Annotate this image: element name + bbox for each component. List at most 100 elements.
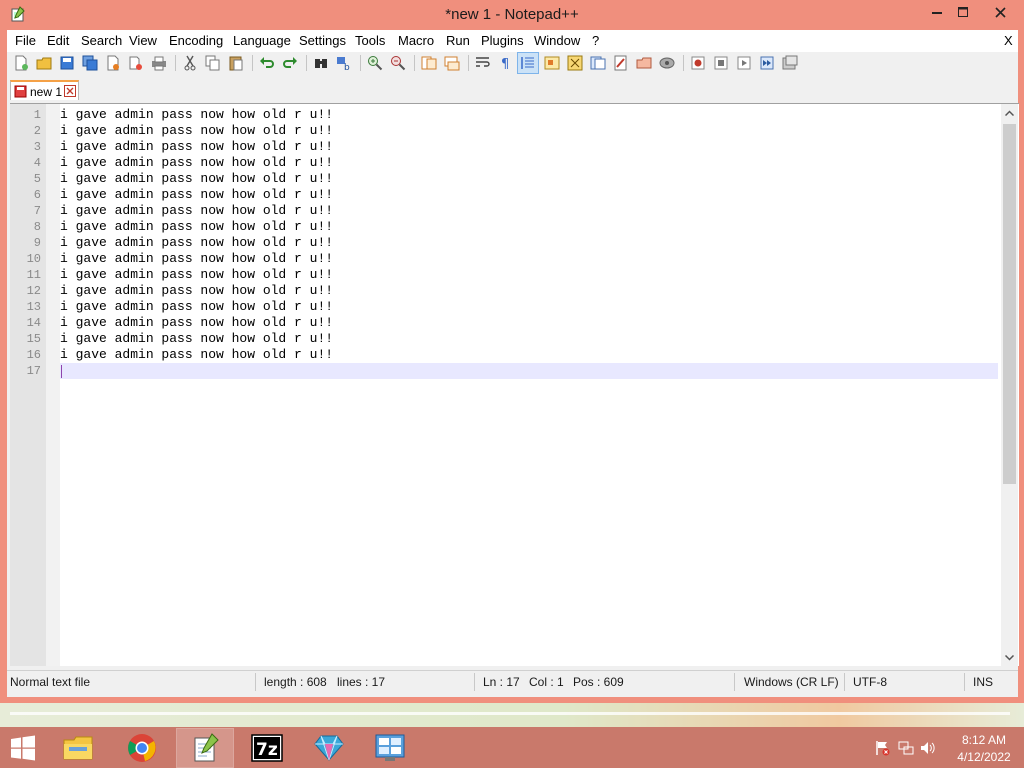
editor-line[interactable]: 6 i gave admin pass now how old r u!! — [34, 187, 998, 203]
save-icon[interactable] — [58, 54, 76, 72]
taskbar-chrome-icon[interactable] — [114, 729, 170, 767]
menu-language[interactable]: Language — [233, 33, 291, 48]
vertical-scrollbar[interactable] — [1001, 104, 1018, 666]
sync-horizontal-scroll-icon[interactable] — [443, 54, 461, 72]
editor-line[interactable]: 10 i gave admin pass now how old r u!! — [27, 251, 998, 267]
clock-time[interactable]: 8:12 AM — [958, 733, 1010, 747]
save-all-icon[interactable] — [81, 54, 99, 72]
scroll-up-arrow-icon[interactable] — [1001, 104, 1018, 121]
menu-edit[interactable]: Edit — [47, 33, 69, 48]
editor-line[interactable]: 1 i gave admin pass now how old r u!! — [34, 107, 998, 123]
editor-line[interactable]: 2 i gave admin pass now how old r u!! — [34, 123, 998, 139]
scroll-down-arrow-icon[interactable] — [1001, 649, 1018, 666]
line-text[interactable]: i gave admin pass now how old r u!! — [60, 171, 333, 187]
function-list-icon[interactable] — [589, 54, 607, 72]
menu-tools[interactable]: Tools — [355, 33, 385, 48]
network-icon[interactable] — [898, 740, 914, 756]
menu-macro[interactable]: Macro — [398, 33, 434, 48]
line-text[interactable]: i gave admin pass now how old r u!! — [60, 283, 333, 299]
replace-icon[interactable]: b — [335, 54, 353, 72]
run-macro-multiple-icon[interactable] — [758, 54, 776, 72]
line-text[interactable]: i gave admin pass now how old r u!! — [60, 315, 333, 331]
line-text[interactable]: i gave admin pass now how old r u!! — [60, 299, 333, 315]
open-file-icon[interactable] — [35, 54, 53, 72]
clock-date[interactable]: 4/12/2022 — [954, 750, 1014, 764]
editor[interactable]: 1 i gave admin pass now how old r u!! 2 i g… — [10, 103, 1019, 666]
user-defined-language-icon[interactable] — [543, 54, 561, 72]
stop-recording-icon[interactable] — [712, 54, 730, 72]
maximize-button[interactable] — [946, 0, 980, 24]
title-bar[interactable]: *new 1 - Notepad++ — [0, 0, 1024, 30]
sync-vertical-scroll-icon[interactable] — [420, 54, 438, 72]
line-text[interactable]: i gave admin pass now how old r u!! — [60, 155, 333, 171]
editor-line[interactable]: 17 — [27, 363, 998, 379]
close-document-button[interactable]: X — [1004, 33, 1013, 48]
menu-window[interactable]: Window — [534, 33, 580, 48]
editor-line[interactable]: 13 i gave admin pass now how old r u!! — [27, 299, 998, 315]
start-recording-icon[interactable] — [689, 54, 707, 72]
line-text[interactable]: i gave admin pass now how old r u!! — [60, 347, 333, 363]
line-text[interactable]: i gave admin pass now how old r u!! — [60, 219, 333, 235]
menu-encoding[interactable]: Encoding — [169, 33, 223, 48]
close-all-icon[interactable] — [127, 54, 145, 72]
action-center-flag-icon[interactable] — [874, 740, 890, 756]
print-icon[interactable] — [150, 54, 168, 72]
line-text[interactable]: i gave admin pass now how old r u!! — [60, 235, 333, 251]
zoom-in-icon[interactable] — [366, 54, 384, 72]
line-text[interactable]: i gave admin pass now how old r u!! — [60, 139, 333, 155]
document-map-icon[interactable] — [566, 54, 584, 72]
menu-help[interactable]: ? — [592, 33, 599, 48]
line-text[interactable]: i gave admin pass now how old r u!! — [60, 331, 333, 347]
menu-plugins[interactable]: Plugins — [481, 33, 524, 48]
editor-line[interactable]: 8 i gave admin pass now how old r u!! — [34, 219, 998, 235]
text-area[interactable]: 1 i gave admin pass now how old r u!! 2 i g… — [27, 107, 998, 665]
editor-line[interactable]: 14 i gave admin pass now how old r u!! — [27, 315, 998, 331]
save-macro-icon[interactable] — [781, 54, 799, 72]
scrollbar-thumb[interactable] — [1003, 124, 1016, 484]
line-text[interactable]: i gave admin pass now how old r u!! — [60, 203, 333, 219]
menu-file[interactable]: File — [15, 33, 36, 48]
menu-settings[interactable]: Settings — [299, 33, 346, 48]
folder-as-workspace-icon[interactable] — [612, 54, 630, 72]
line-text[interactable]: i gave admin pass now how old r u!! — [60, 267, 333, 283]
playback-icon[interactable] — [735, 54, 753, 72]
monitoring-eye-icon[interactable] — [658, 54, 676, 72]
zoom-out-icon[interactable] — [389, 54, 407, 72]
line-text[interactable]: i gave admin pass now how old r u!! — [60, 107, 333, 123]
taskbar-gem-app-icon[interactable] — [301, 729, 357, 767]
taskbar-notepad-plus-plus-icon[interactable] — [176, 728, 234, 768]
start-button-windows-icon[interactable] — [8, 734, 38, 762]
tab-new-1[interactable]: new 1 — [10, 80, 79, 100]
undo-icon[interactable] — [258, 54, 276, 72]
indent-guide-icon[interactable] — [517, 52, 539, 74]
copy-icon[interactable] — [204, 54, 222, 72]
find-icon[interactable] — [312, 54, 330, 72]
taskbar-file-explorer-icon[interactable] — [50, 729, 106, 767]
new-file-icon[interactable] — [12, 54, 30, 72]
taskbar-7zip-icon[interactable]: 7z — [239, 729, 295, 767]
editor-line[interactable]: 3 i gave admin pass now how old r u!! — [34, 139, 998, 155]
editor-line[interactable]: 7 i gave admin pass now how old r u!! — [34, 203, 998, 219]
editor-line[interactable]: 9 i gave admin pass now how old r u!! — [34, 235, 998, 251]
editor-line[interactable]: 12 i gave admin pass now how old r u!! — [27, 283, 998, 299]
redo-icon[interactable] — [281, 54, 299, 72]
menu-run[interactable]: Run — [446, 33, 470, 48]
word-wrap-icon[interactable] — [474, 54, 492, 72]
menu-view[interactable]: View — [129, 33, 157, 48]
taskbar-control-panel-icon[interactable] — [362, 729, 418, 767]
close-window-button[interactable] — [980, 0, 1020, 24]
cut-icon[interactable] — [181, 54, 199, 72]
monitoring-icon[interactable] — [635, 54, 653, 72]
line-text[interactable]: i gave admin pass now how old r u!! — [60, 251, 333, 267]
editor-line[interactable]: 15 i gave admin pass now how old r u!! — [27, 331, 998, 347]
editor-line[interactable]: 11 i gave admin pass now how old r u!! — [27, 267, 998, 283]
line-text[interactable]: i gave admin pass now how old r u!! — [60, 123, 333, 139]
editor-line[interactable]: 16 i gave admin pass now how old r u!! — [27, 347, 998, 363]
editor-line[interactable]: 4 i gave admin pass now how old r u!! — [34, 155, 998, 171]
menu-search[interactable]: Search — [81, 33, 122, 48]
paste-icon[interactable] — [227, 54, 245, 72]
line-text[interactable]: i gave admin pass now how old r u!! — [60, 187, 333, 203]
close-file-icon[interactable] — [104, 54, 122, 72]
close-tab-icon[interactable] — [64, 85, 76, 100]
volume-icon[interactable] — [920, 740, 936, 756]
